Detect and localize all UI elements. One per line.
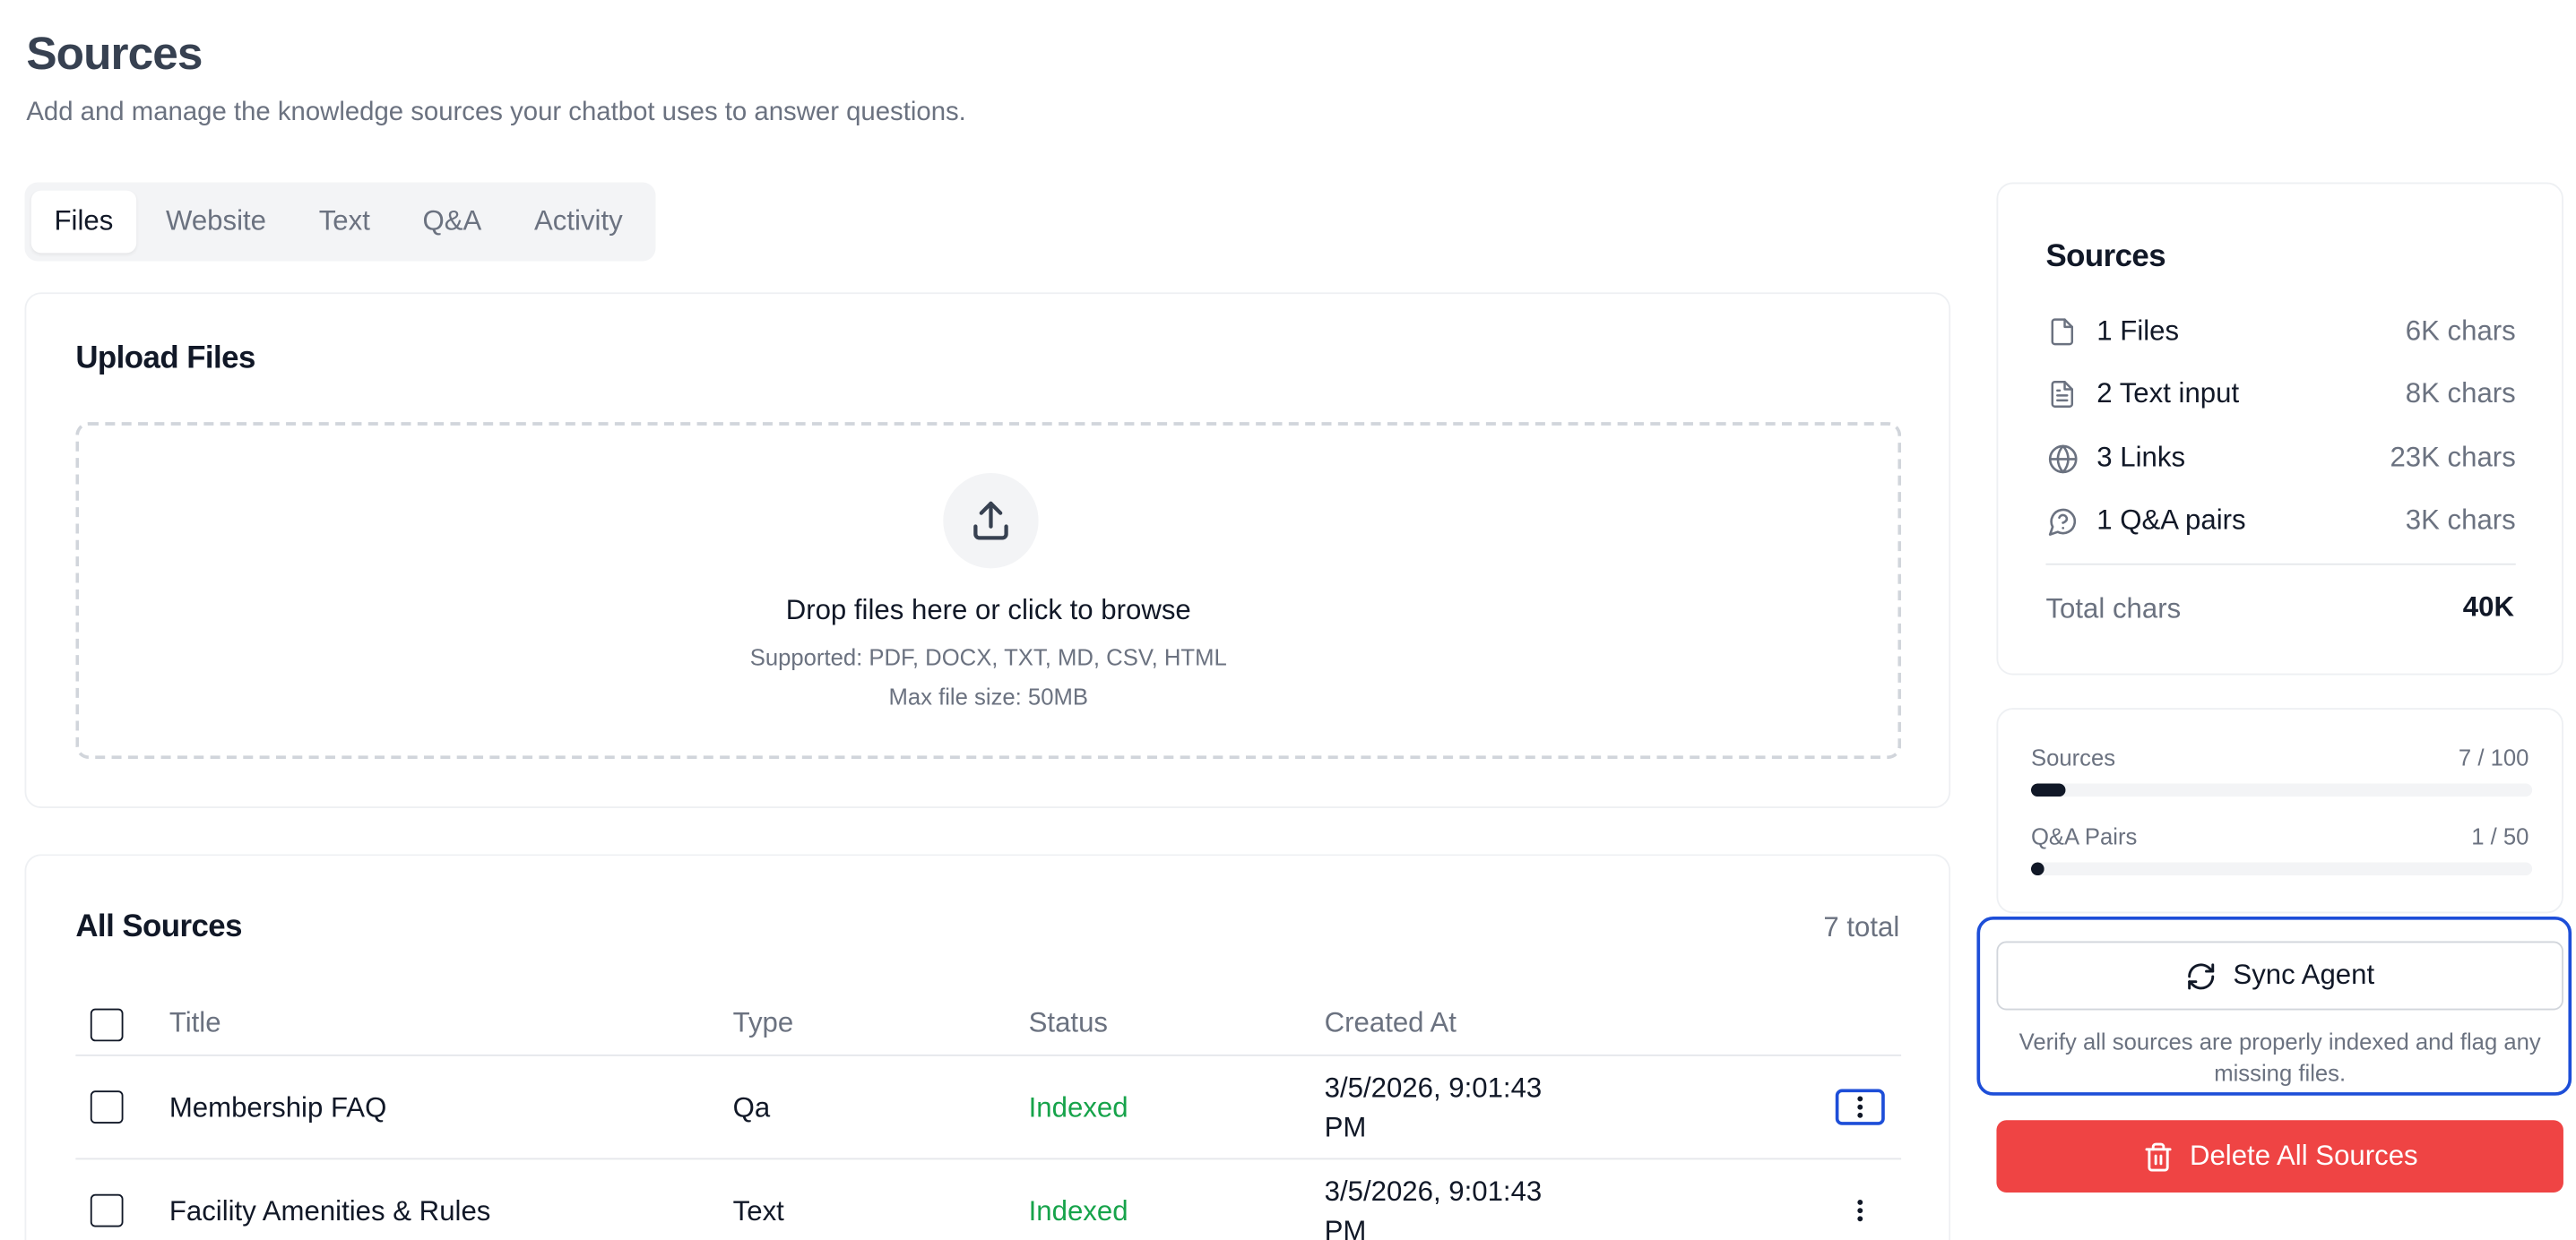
total-chars-label: Total chars [2045, 592, 2182, 624]
summary-item-label: 2 Text input [2096, 377, 2240, 409]
max-file-size: Max file size: 50MB [888, 683, 1088, 710]
supported-formats: Supported: PDF, DOCX, TXT, MD, CSV, HTML [749, 643, 1227, 670]
summary-divider [2045, 563, 2516, 565]
all-sources-title: All Sources [75, 909, 242, 945]
column-status: Status [1028, 1006, 1109, 1038]
summary-item-label: 1 Files [2096, 314, 2180, 347]
drop-instructions: Drop files here or click to browse [785, 594, 1191, 626]
status-badge: Indexed [1028, 1195, 1128, 1227]
status-badge: Indexed [1028, 1092, 1128, 1124]
sources-total-count: 7 total [1823, 911, 1900, 943]
sync-agent-label: Sync Agent [2233, 959, 2375, 991]
sources-usage-label: Sources [2030, 744, 2116, 771]
source-tabs: Files Website Text Q&A Activity [24, 182, 656, 262]
row-created-meridiem: PM [1324, 1112, 1367, 1143]
qa-usage-fill [2030, 862, 2044, 876]
trash-icon [2144, 1141, 2171, 1171]
summary-item-text: 2 Text input 8K chars [2045, 375, 2516, 414]
column-title: Title [169, 1006, 221, 1038]
upload-files-title: Upload Files [75, 341, 255, 376]
sync-agent-button[interactable]: Sync Agent [1996, 941, 2563, 1011]
summary-title: Sources [2045, 239, 2166, 275]
column-type: Type [732, 1006, 794, 1038]
upload-icon [943, 472, 1039, 569]
total-chars-value: 40K [2462, 590, 2514, 623]
table-row: Facility Amenities & Rules Text Indexed … [75, 1159, 1901, 1240]
summary-item-value: 6K chars [2405, 314, 2516, 347]
file-text-icon [2045, 378, 2079, 411]
tab-activity[interactable]: Activity [511, 191, 645, 254]
refresh-icon [2188, 962, 2215, 989]
tab-files[interactable]: Files [30, 190, 136, 254]
delete-all-sources-label: Delete All Sources [2189, 1140, 2418, 1172]
qa-usage-value: 1 / 50 [2471, 822, 2529, 849]
tab-qa[interactable]: Q&A [400, 191, 505, 254]
table-row: Membership FAQ Qa Indexed 3/5/2026, 9:01… [75, 1056, 1902, 1160]
summary-item-label: 1 Q&A pairs [2096, 504, 2246, 536]
summary-item-value: 3K chars [2405, 504, 2516, 536]
table-header: Title Type Status Created At [75, 994, 1902, 1056]
sync-agent-description: Verify all sources are properly indexed … [2018, 1028, 2541, 1086]
sources-usage-bar [2030, 783, 2533, 797]
row-actions-button[interactable] [1836, 1193, 1885, 1228]
row-created-date: 3/5/2026, 9:01:43 [1324, 1072, 1543, 1104]
more-vertical-icon [1857, 1200, 1863, 1222]
row-actions-button[interactable] [1835, 1089, 1885, 1125]
summary-item-qa: 1 Q&A pairs 3K chars [2045, 501, 2516, 540]
row-type: Qa [732, 1092, 771, 1124]
tab-text[interactable]: Text [296, 191, 393, 254]
file-icon [2045, 315, 2079, 349]
column-created-at: Created At [1324, 1006, 1457, 1038]
select-all-checkbox[interactable] [90, 1008, 124, 1042]
globe-icon [2045, 442, 2079, 475]
help-circle-icon [2045, 504, 2079, 538]
all-sources-card: All Sources 7 total Title Type Status Cr… [24, 854, 1951, 1240]
file-dropzone[interactable]: Drop files here or click to browse Suppo… [75, 422, 1902, 759]
row-created-date: 3/5/2026, 9:01:43 [1324, 1175, 1543, 1208]
summary-item-value: 8K chars [2405, 377, 2516, 409]
upload-files-card: Upload Files Drop files here or click to… [24, 292, 1951, 808]
qa-usage-label: Q&A Pairs [2030, 822, 2138, 849]
row-checkbox[interactable] [90, 1193, 124, 1227]
row-type: Text [732, 1195, 784, 1227]
delete-all-sources-button[interactable]: Delete All Sources [1996, 1120, 2563, 1193]
usage-limits-card: Sources 7 / 100 Q&A Pairs 1 / 50 [1996, 708, 2563, 914]
summary-item-links: 3 Links 23K chars [2045, 438, 2516, 478]
row-checkbox[interactable] [90, 1090, 124, 1124]
row-title: Facility Amenities & Rules [169, 1195, 491, 1227]
summary-item-label: 3 Links [2096, 442, 2186, 473]
qa-usage-bar [2030, 862, 2533, 876]
tab-website[interactable]: Website [143, 191, 289, 254]
page-title: Sources [26, 28, 203, 79]
page-subtitle: Add and manage the knowledge sources you… [26, 98, 966, 127]
sources-usage-value: 7 / 100 [2458, 744, 2529, 771]
more-vertical-icon [1857, 1096, 1863, 1118]
sources-usage-fill [2030, 783, 2067, 797]
summary-item-value: 23K chars [2390, 442, 2516, 473]
row-title: Membership FAQ [169, 1092, 387, 1124]
summary-item-files: 1 Files 6K chars [2045, 312, 2516, 351]
sources-summary-card: Sources 1 Files 6K chars 2 Text input 8K… [1996, 182, 2563, 676]
row-created-meridiem: PM [1324, 1215, 1367, 1240]
